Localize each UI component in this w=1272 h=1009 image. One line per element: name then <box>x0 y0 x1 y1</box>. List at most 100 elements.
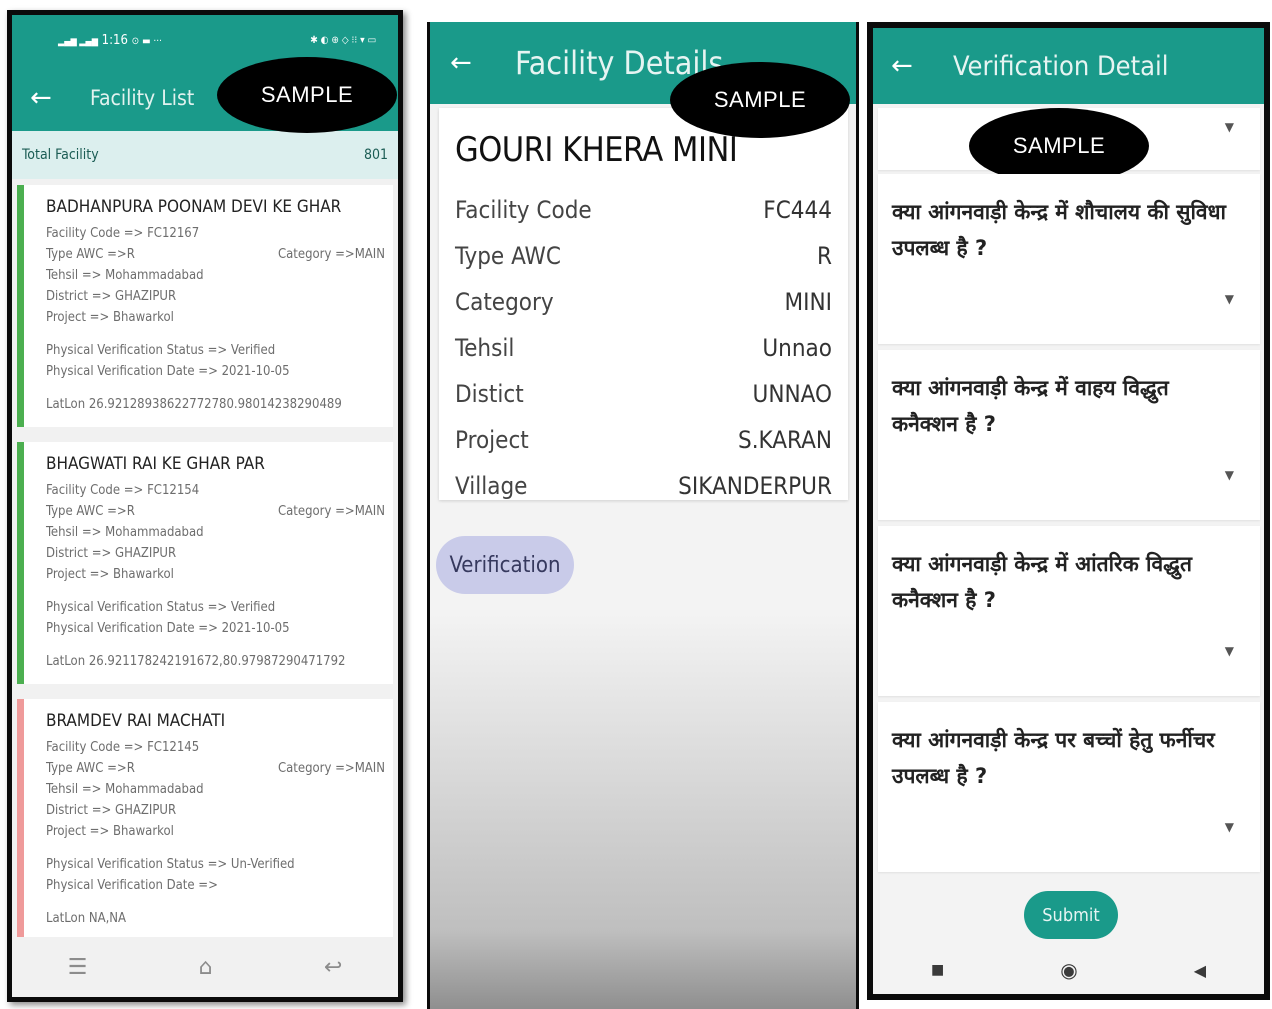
facility-latlon: LatLon 26.92128938622772780.980142382904… <box>46 397 342 412</box>
facility-district: District => GHAZIPUR <box>46 289 177 304</box>
back-icon[interactable]: ◀ <box>1194 961 1206 980</box>
facility-code: Facility Code => FC12167 <box>46 226 200 241</box>
facility-details-card: GOURI KHERA MINI Facility Code FC444 Type… <box>439 108 848 500</box>
status-right-icons: ✱ ◐ ⊕ ◇ ⁝⁝ ▾ ▭ <box>310 34 376 46</box>
facility-project: Project => Bhawarkol <box>46 824 174 839</box>
facility-tehsil: Tehsil => Mohammadabad <box>46 525 204 540</box>
detail-value: FC444 <box>763 196 832 224</box>
total-facility-count: 801 <box>363 147 388 163</box>
detail-label: Distict <box>455 380 524 408</box>
verification-button[interactable]: Verification <box>436 536 574 594</box>
facility-district: District => GHAZIPUR <box>46 803 177 818</box>
page-title: Verification Detail <box>953 50 1169 82</box>
facility-card[interactable]: BHAGWATI RAI KE GHAR PAR Facility Code =… <box>17 442 393 684</box>
home-icon[interactable]: ◉ <box>1060 958 1077 982</box>
detail-label: Village <box>455 472 528 500</box>
total-facility-bar: Total Facility 801 <box>12 131 398 179</box>
question-card[interactable]: क्या आंगनवाड़ी केन्द्र में आंतरिक विद्धु… <box>878 526 1260 696</box>
back-arrow-icon[interactable]: ← <box>450 48 490 78</box>
facility-type-row: Type AWC =>R Category =>MAIN <box>46 758 385 779</box>
detail-row-facility-code: Facility Code FC444 <box>455 196 832 242</box>
facility-category: Category =>MAIN <box>277 247 385 262</box>
detail-label: Category <box>455 288 554 316</box>
facility-name: BADHANPURA POONAM DEVI KE GHAR <box>46 197 342 217</box>
facility-category: Category =>MAIN <box>277 504 385 519</box>
system-nav-bar: ■ ◉ ◀ <box>873 946 1264 994</box>
question-line-2: उपलब्ध है ? <box>892 236 988 260</box>
question-line-1: क्या आंगनवाड़ी केन्द्र पर बच्चों हेतु फर… <box>892 728 1215 752</box>
facility-name: BHAGWATI RAI KE GHAR PAR <box>46 454 265 474</box>
dropdown-caret-icon[interactable]: ▼ <box>1225 120 1234 134</box>
dropdown-caret-icon[interactable]: ▼ <box>1225 292 1234 306</box>
verification-date: Physical Verification Date => <box>46 878 218 893</box>
facility-category: Category =>MAIN <box>277 761 385 776</box>
sample-watermark: SAMPLE <box>217 57 397 133</box>
question-card[interactable]: क्या आंगनवाड़ी केन्द्र पर बच्चों हेतु फर… <box>878 702 1260 872</box>
facility-tehsil: Tehsil => Mohammadabad <box>46 268 204 283</box>
notification-icons: ⊙ ▬ ··· <box>131 35 162 47</box>
verification-status: Physical Verification Status => Verified <box>46 600 276 615</box>
home-icon[interactable]: ⌂ <box>199 955 213 980</box>
verification-date: Physical Verification Date => 2021-10-05 <box>46 364 290 379</box>
recents-icon[interactable]: ■ <box>931 962 944 978</box>
facility-name: BRAMDEV RAI MACHATI <box>46 711 226 731</box>
app-bar: ← Verification Detail <box>873 28 1264 104</box>
detail-value: SIKANDERPUR <box>678 472 832 500</box>
question-line-1: क्या आंगनवाड़ी केन्द्र में वाहय विद्धुत <box>892 376 1169 400</box>
detail-value: UNNAO <box>752 380 832 408</box>
status-bar: ▂▄▆ ▂▄▆ 1:16 ⊙ ▬ ··· ✱ ◐ ⊕ ◇ ⁝⁝ ▾ ▭ <box>12 15 398 65</box>
app-bar: ← Facility List SAMPLE <box>12 57 398 133</box>
question-card[interactable]: क्या आंगनवाड़ी केन्द्र में शौचालय की सुव… <box>878 174 1260 344</box>
facility-project: Project => Bhawarkol <box>46 310 174 325</box>
sample-watermark: SAMPLE <box>670 62 850 138</box>
facility-code: Facility Code => FC12154 <box>46 483 200 498</box>
detail-row-district: Distict UNNAO <box>455 380 832 426</box>
detail-row-tehsil: Tehsil Unnao <box>455 334 832 380</box>
page-title: Facility List <box>90 86 195 110</box>
submit-button[interactable]: Submit <box>1024 891 1118 939</box>
phone-verification-detail: ← Verification Detail ▼ SAMPLE क्या आंगन… <box>867 22 1270 1000</box>
dropdown-caret-icon[interactable]: ▼ <box>1225 468 1234 482</box>
phone-facility-details: ← Facility Details GOURI KHERA MINI Faci… <box>427 22 859 1009</box>
detail-value: MINI <box>784 288 832 316</box>
facility-type-row: Type AWC =>R Category =>MAIN <box>46 244 385 265</box>
detail-value: Unnao <box>762 334 832 362</box>
status-left: ▂▄▆ ▂▄▆ 1:16 ⊙ ▬ ··· <box>58 33 162 48</box>
facility-district: District => GHAZIPUR <box>46 546 177 561</box>
facility-project: Project => Bhawarkol <box>46 567 174 582</box>
detail-label: Facility Code <box>455 196 592 224</box>
detail-label: Tehsil <box>455 334 515 362</box>
facility-latlon: LatLon 26.921178242191672,80.97987290471… <box>46 654 346 669</box>
question-line-2: उपलब्ध है ? <box>892 764 988 788</box>
facility-card[interactable]: BRAMDEV RAI MACHATI Facility Code => FC1… <box>17 699 393 941</box>
question-line-1: क्या आंगनवाड़ी केन्द्र में आंतरिक विद्धु… <box>892 552 1192 576</box>
facility-name: GOURI KHERA MINI <box>455 130 738 170</box>
detail-row-village: Village SIKANDERPUR <box>455 472 832 518</box>
detail-label: Project <box>455 426 529 454</box>
status-time: 1:16 <box>101 32 128 48</box>
dropdown-caret-icon[interactable]: ▼ <box>1225 820 1234 834</box>
detail-value: R <box>817 242 832 270</box>
facility-type: Type AWC =>R <box>46 247 135 262</box>
verification-status: Physical Verification Status => Un-Verif… <box>46 857 295 872</box>
dropdown-caret-icon[interactable]: ▼ <box>1225 644 1234 658</box>
question-line-1: क्या आंगनवाड़ी केन्द्र में शौचालय की सुव… <box>892 200 1226 224</box>
facility-latlon: LatLon NA,NA <box>46 911 127 926</box>
detail-value: S.KARAN <box>737 426 832 454</box>
back-arrow-icon[interactable]: ← <box>30 83 70 113</box>
detail-row-project: Project S.KARAN <box>455 426 832 472</box>
detail-label: Type AWC <box>455 242 561 270</box>
back-icon[interactable]: ↩ <box>324 955 342 980</box>
back-arrow-icon[interactable]: ← <box>891 51 931 81</box>
facility-card[interactable]: BADHANPURA POONAM DEVI KE GHAR Facility … <box>17 185 393 427</box>
signal-icon: ▂▄▆ ▂▄▆ <box>58 36 98 47</box>
verification-date: Physical Verification Date => 2021-10-05 <box>46 621 290 636</box>
facility-tehsil: Tehsil => Mohammadabad <box>46 782 204 797</box>
verification-status: Physical Verification Status => Verified <box>46 343 276 358</box>
question-card[interactable]: क्या आंगनवाड़ी केन्द्र में वाहय विद्धुत … <box>878 350 1260 520</box>
sample-watermark: SAMPLE <box>969 108 1149 184</box>
total-facility-label: Total Facility <box>22 147 99 163</box>
menu-icon[interactable]: ☰ <box>68 955 88 980</box>
facility-type-row: Type AWC =>R Category =>MAIN <box>46 501 385 522</box>
question-line-2: कनैक्शन है ? <box>892 412 996 436</box>
